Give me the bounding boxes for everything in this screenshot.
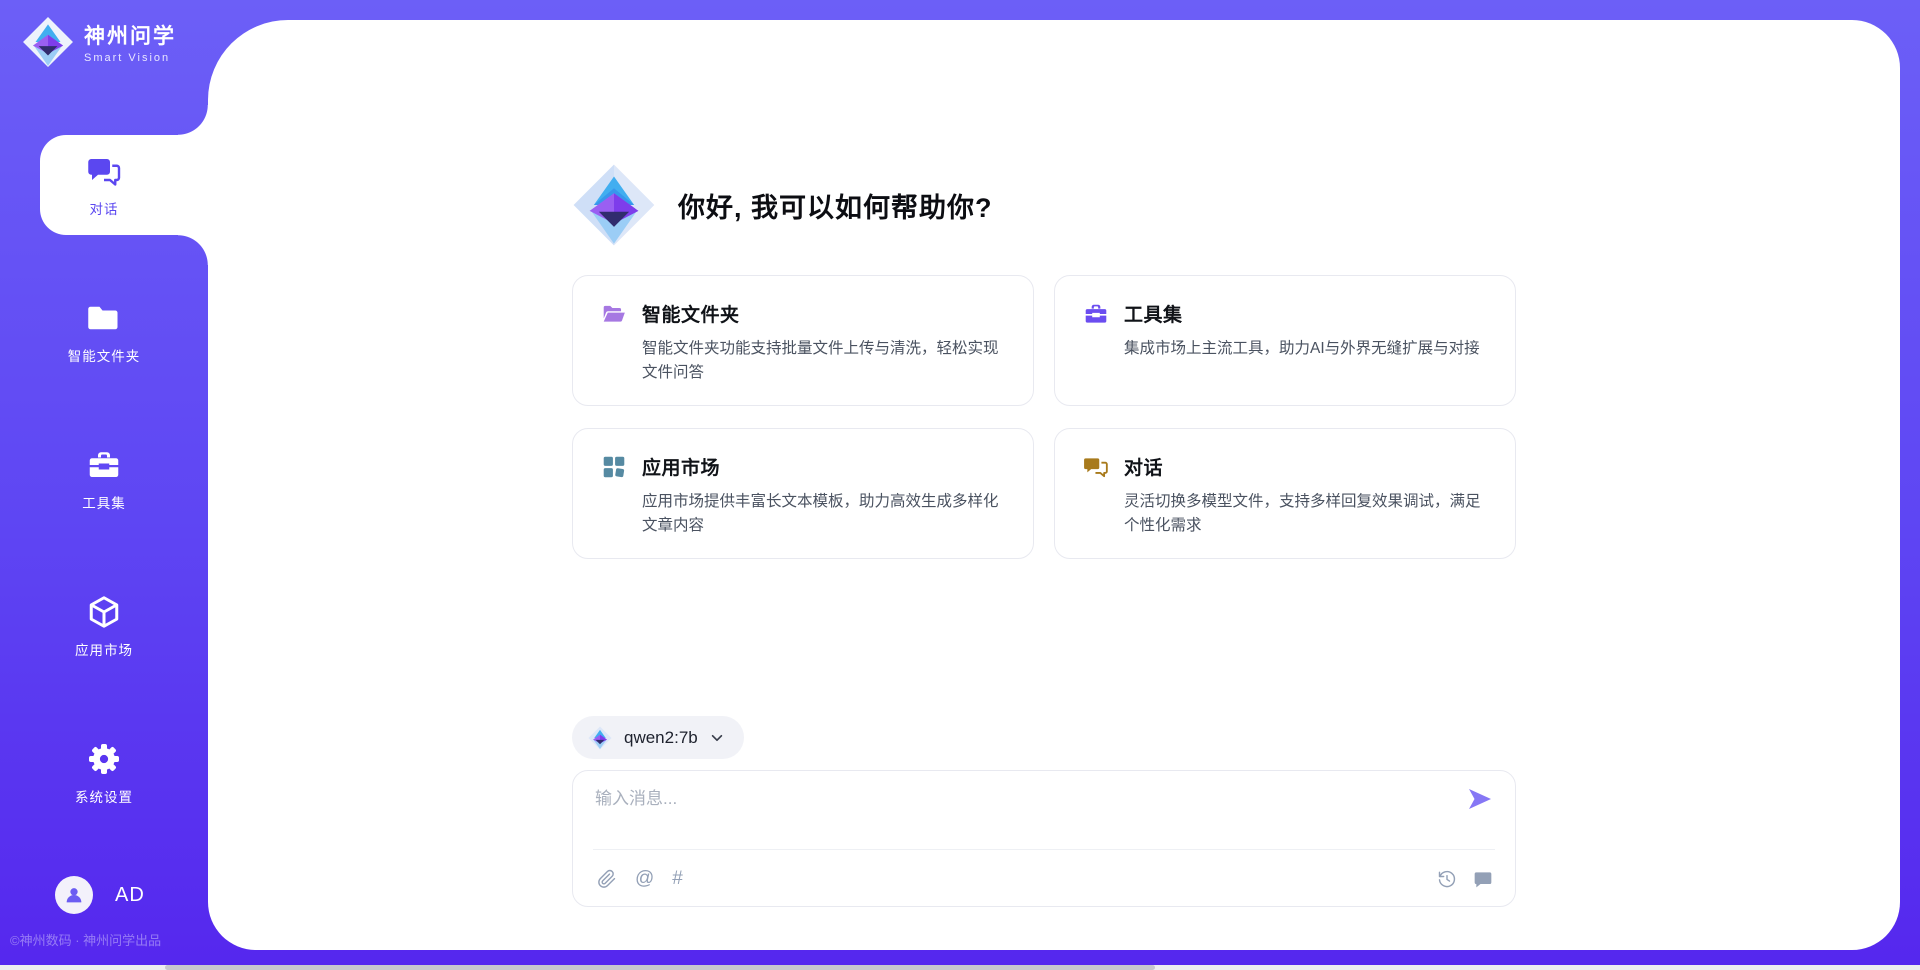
model-logo-icon <box>588 726 612 750</box>
chat-bubble-icon <box>1473 869 1493 889</box>
gear-icon <box>86 741 122 777</box>
sidebar-item-smart-folder[interactable]: 智能文件夹 <box>0 282 208 382</box>
history-icon <box>1437 869 1457 889</box>
tab-fillet-bottom <box>178 235 208 265</box>
app-logo-icon <box>572 163 656 247</box>
greeting-block: 你好, 我可以如何帮助你? <box>572 163 993 247</box>
copyright-text: ©神州数码 · 神州问学出品 <box>10 930 161 949</box>
grid-icon <box>601 454 627 480</box>
toolbox-icon <box>1083 301 1109 327</box>
folder-open-icon <box>601 301 627 327</box>
tab-fillet-top <box>178 105 208 135</box>
sidebar-item-chat[interactable]: 对话 <box>0 135 208 235</box>
chat-history-button[interactable] <box>1473 869 1493 889</box>
card-chat[interactable]: 对话 灵活切换多模型文件，支持多样回复效果调试，满足个性化需求 <box>1054 428 1516 559</box>
card-description: 灵活切换多模型文件，支持多样回复效果调试，满足个性化需求 <box>1124 490 1489 538</box>
card-description: 应用市场提供丰富长文本模板，助力高效生成多样化文章内容 <box>642 490 1007 538</box>
sidebar-item-label: 对话 <box>90 198 119 218</box>
main-panel: 你好, 我可以如何帮助你? 智能文件夹 智能文件夹功能支持批量文件上传与清洗，轻… <box>208 20 1900 950</box>
mention-button[interactable]: @ <box>635 868 654 890</box>
horizontal-scrollbar[interactable] <box>0 965 1920 970</box>
send-button[interactable] <box>1465 785 1495 815</box>
sidebar-item-app-market[interactable]: 应用市场 <box>0 576 208 676</box>
feature-cards: 智能文件夹 智能文件夹功能支持批量文件上传与清洗，轻松实现文件问答 工具集 集成… <box>572 275 1516 559</box>
sidebar-item-settings[interactable]: 系统设置 <box>0 723 208 823</box>
card-title: 对话 <box>1124 453 1163 480</box>
send-icon <box>1466 785 1494 813</box>
hashtag-button[interactable]: # <box>672 868 683 890</box>
active-tab-background <box>40 135 208 235</box>
paperclip-icon <box>597 869 617 889</box>
history-button[interactable] <box>1437 869 1457 889</box>
chevron-down-icon <box>710 731 724 745</box>
model-selector[interactable]: qwen2:7b <box>572 716 744 759</box>
brand-subtitle: Smart Vision <box>84 52 176 64</box>
card-description: 集成市场上主流工具，助力AI与外界无缝扩展与对接 <box>1124 337 1489 361</box>
message-composer: @ # <box>572 770 1516 907</box>
card-app-market[interactable]: 应用市场 应用市场提供丰富长文本模板，助力高效生成多样化文章内容 <box>572 428 1034 559</box>
card-title: 智能文件夹 <box>642 300 740 327</box>
sidebar-item-label: 系统设置 <box>75 786 133 806</box>
sidebar-item-label: 工具集 <box>82 492 126 512</box>
composer-divider <box>593 849 1495 850</box>
folder-icon <box>86 300 122 336</box>
user-account[interactable]: AD <box>55 876 145 914</box>
sidebar: 神州问学 Smart Vision 对话 智能文件夹 <box>0 0 208 970</box>
brand-logo-icon <box>22 16 74 68</box>
greeting-title: 你好, 我可以如何帮助你? <box>678 186 993 225</box>
sidebar-nav: 对话 智能文件夹 工具集 应用市场 <box>0 135 208 870</box>
card-title: 应用市场 <box>642 453 720 480</box>
card-toolset[interactable]: 工具集 集成市场上主流工具，助力AI与外界无缝扩展与对接 <box>1054 275 1516 406</box>
attach-button[interactable] <box>597 869 617 889</box>
sidebar-item-label: 应用市场 <box>75 639 133 659</box>
brand-block: 神州问学 Smart Vision <box>22 16 176 68</box>
chat-icon <box>86 153 122 189</box>
card-title: 工具集 <box>1124 300 1183 327</box>
avatar <box>55 876 93 914</box>
brand-name: 神州问学 <box>84 20 176 50</box>
scrollbar-thumb[interactable] <box>165 965 1155 970</box>
cube-icon <box>86 594 122 630</box>
sidebar-item-toolset[interactable]: 工具集 <box>0 429 208 529</box>
message-input[interactable] <box>595 789 1455 809</box>
card-description: 智能文件夹功能支持批量文件上传与清洗，轻松实现文件问答 <box>642 337 1007 385</box>
user-name: AD <box>115 884 145 907</box>
chat-icon <box>1083 454 1109 480</box>
sidebar-item-label: 智能文件夹 <box>68 345 141 365</box>
model-name: qwen2:7b <box>624 728 698 748</box>
person-icon <box>63 884 85 906</box>
card-smart-folder[interactable]: 智能文件夹 智能文件夹功能支持批量文件上传与清洗，轻松实现文件问答 <box>572 275 1034 406</box>
toolbox-icon <box>86 447 122 483</box>
